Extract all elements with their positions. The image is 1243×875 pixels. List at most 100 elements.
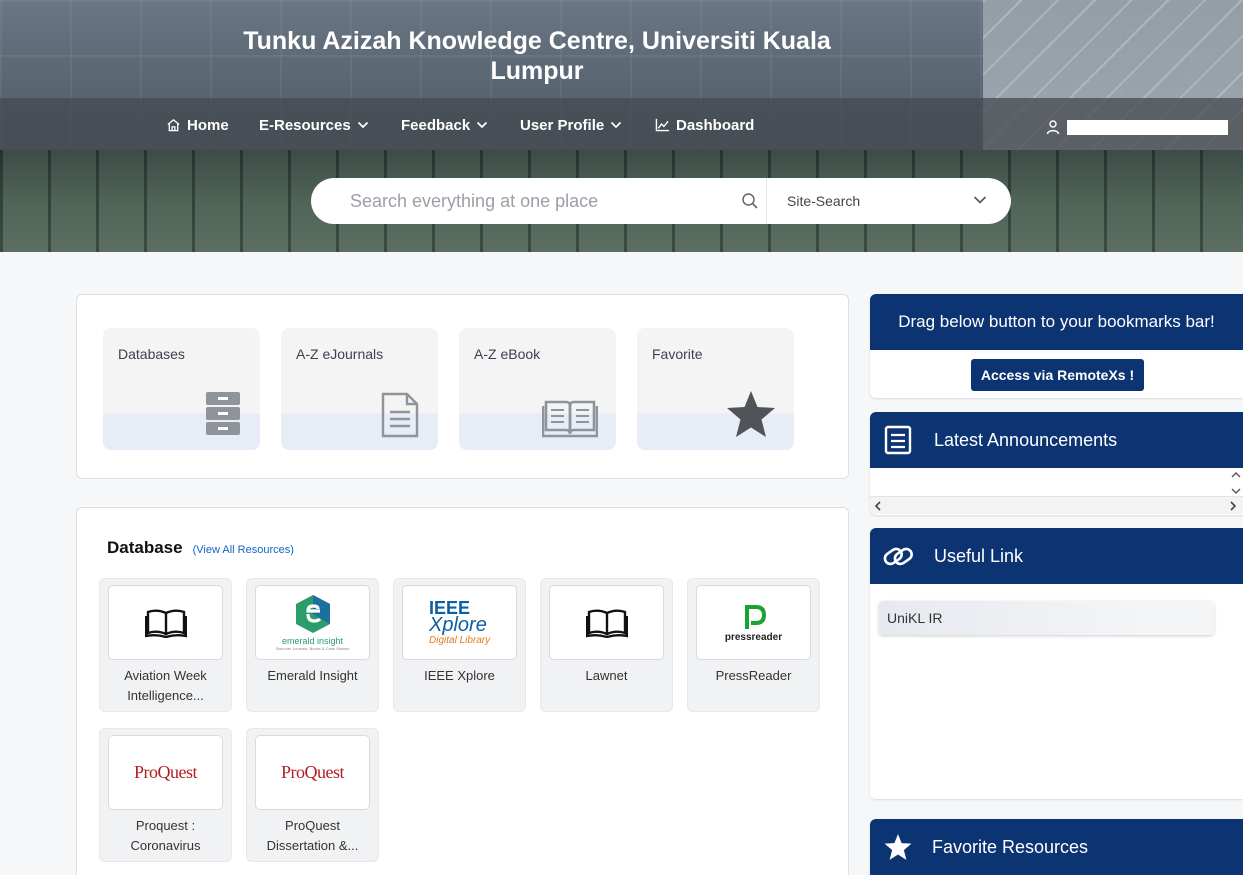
database-item-lawnet[interactable]: Lawnet <box>540 578 673 712</box>
tile-favorite[interactable]: Favorite <box>637 328 794 450</box>
quick-links-card: Databases A-Z eJournals A-Z eBook Favori… <box>76 294 849 479</box>
database-item-ieee-xplore[interactable]: IEEE Xplore Digital Library IEEE Xplore <box>393 578 526 712</box>
database-name-line2: Coronavirus <box>130 838 201 853</box>
user-icon <box>1046 120 1060 135</box>
favorite-resources-title: Favorite Resources <box>932 836 1089 857</box>
book-icon <box>144 609 187 638</box>
announcement-icon <box>884 425 912 455</box>
database-logo <box>108 585 223 660</box>
proquest-logo-text: ProQuest <box>281 762 345 782</box>
database-name-line1: Lawnet <box>585 668 628 683</box>
proquest-logo: ProQuest <box>108 735 223 810</box>
useful-link-header: Useful Link <box>870 528 1243 584</box>
chevron-down-icon <box>611 121 622 129</box>
book-icon <box>585 609 628 638</box>
chart-line-icon <box>655 118 670 132</box>
link-icon <box>883 547 913 566</box>
nav-dashboard[interactable]: Dashboard <box>655 114 754 136</box>
tile-databases[interactable]: Databases <box>103 328 260 450</box>
chevron-down-icon <box>973 196 987 204</box>
username-field <box>1067 119 1228 135</box>
emerald-insight-logo-sub: Discover Journals, Books & Case Studies <box>275 646 350 651</box>
announcements-panel: Latest Announcements <box>870 412 1243 515</box>
pressreader-logo-text: pressreader <box>724 631 783 643</box>
database-name-line1: IEEE Xplore <box>424 668 495 683</box>
open-book-icon <box>542 400 598 438</box>
tile-a-z-ebook-label: A-Z eBook <box>474 346 541 362</box>
nav-e-resources[interactable]: E-Resources <box>259 114 369 136</box>
pressreader-logo: pressreader <box>696 585 811 660</box>
database-name-line1: Aviation Week <box>124 668 207 683</box>
search-scope-value: Site-Search <box>787 193 861 209</box>
search-input[interactable] <box>350 190 740 212</box>
database-name-line1: Emerald Insight <box>267 668 358 683</box>
nav-user-profile[interactable]: User Profile <box>520 114 622 136</box>
search-scope-select[interactable]: Site-Search <box>767 178 1011 224</box>
digital-library-logo-text: Digital Library <box>429 634 491 646</box>
logo-text: emerald insight <box>281 636 344 646</box>
nav-dashboard-label: Dashboard <box>676 116 755 134</box>
bookmark-panel-title: Drag below button to your bookmarks bar! <box>870 294 1243 350</box>
database-name-line1: ProQuest <box>285 818 340 833</box>
database-item-proquest-coronavirus[interactable]: ProQuest Proquest : Coronavirus <box>99 728 232 862</box>
database-name: ProQuest Dissertation &... <box>251 816 374 856</box>
chevron-left-icon <box>874 501 881 511</box>
tile-favorite-label: Favorite <box>652 346 703 362</box>
tile-a-z-ejournals-label: A-Z eJournals <box>296 346 384 362</box>
nav-home[interactable]: Home <box>166 114 229 136</box>
database-item-aviation-week[interactable]: Aviation Week Intelligence... <box>99 578 232 712</box>
announcements-title: Latest Announcements <box>934 429 1118 450</box>
chevron-down-icon <box>477 121 488 129</box>
database-item-proquest-dissertation[interactable]: ProQuest ProQuest Dissertation &... <box>246 728 379 862</box>
scroll-arrows-icon <box>1231 472 1241 494</box>
useful-link-panel: Useful Link UniKL IR <box>870 528 1243 799</box>
access-via-remotexs-button[interactable]: Access via RemoteXs ! <box>971 359 1144 391</box>
useful-link-title: Useful Link <box>934 545 1024 566</box>
cabinet-icon <box>206 392 240 435</box>
nav-e-resources-label: E-Resources <box>259 116 351 134</box>
emerald-insight-logo: emerald insight Discover Journals, Books… <box>255 585 370 660</box>
database-item-pressreader[interactable]: pressreader PressReader <box>687 578 820 712</box>
ieee-xplore-logo: IEEE Xplore Digital Library <box>402 585 517 660</box>
proquest-logo: ProQuest <box>255 735 370 810</box>
announcements-header: Latest Announcements <box>870 412 1243 468</box>
favorite-resources-header: Favorite Resources <box>870 819 1243 875</box>
announcements-hscroll[interactable] <box>870 496 1243 514</box>
document-icon <box>381 392 419 438</box>
database-name-line2: Intelligence... <box>127 688 204 703</box>
database-name: PressReader <box>692 666 815 686</box>
bookmark-panel: Drag below button to your bookmarks bar!… <box>870 294 1243 398</box>
database-title: Database <box>107 538 183 557</box>
nav-user-profile-label: User Profile <box>520 116 605 134</box>
home-icon <box>167 119 180 132</box>
emerald-insight-logo-text: emerald insight <box>282 636 343 646</box>
database-name-line2: Dissertation &... <box>266 838 359 853</box>
star-icon <box>884 834 912 860</box>
tile-a-z-ejournals[interactable]: A-Z eJournals <box>281 328 438 450</box>
xplore-logo-text: Xplore <box>429 613 487 636</box>
user-menu[interactable] <box>1045 119 1228 135</box>
view-all-resources-link[interactable]: (View All Resources) <box>193 544 294 556</box>
database-name: Emerald Insight <box>251 666 374 686</box>
tile-a-z-ebook[interactable]: A-Z eBook <box>459 328 616 450</box>
emerald-e-mark <box>295 595 330 633</box>
search-icon[interactable] <box>741 192 759 210</box>
favorite-resources-panel: Favorite Resources <box>870 819 1243 875</box>
site-title: Tunku Azizah Knowledge Centre, Universit… <box>243 27 831 85</box>
database-name-line1: Proquest : <box>135 818 196 833</box>
chevron-down-icon <box>357 121 368 129</box>
search-bar: Site-Search <box>311 178 1011 224</box>
database-logo <box>549 585 664 660</box>
database-name: IEEE Xplore <box>398 666 521 686</box>
nav-feedback-label: Feedback <box>401 116 471 134</box>
database-item-emerald-insight[interactable]: emerald insight Discover Journals, Books… <box>246 578 379 712</box>
nav-feedback[interactable]: Feedback <box>401 114 488 136</box>
pressreader-mark <box>744 604 766 629</box>
database-name: Aviation Week Intelligence... <box>104 666 227 706</box>
star-icon <box>727 391 775 437</box>
proquest-logo-text: ProQuest <box>134 762 198 782</box>
useful-link-unikl-ir[interactable]: UniKL IR <box>879 601 1214 635</box>
database-header: Database (View All Resources) <box>107 538 294 558</box>
database-name-line1: PressReader <box>715 668 792 683</box>
database-name: Lawnet <box>545 666 668 686</box>
